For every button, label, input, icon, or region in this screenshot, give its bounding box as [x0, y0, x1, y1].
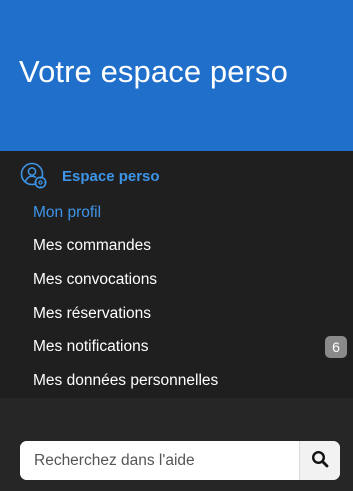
account-menu-panel: Espace perso Mon profil Mes commandes Me… [0, 151, 353, 398]
menu-item-label: Mes notifications [33, 338, 149, 356]
menu-item-label: Mes convocations [33, 270, 158, 288]
help-search-form [20, 441, 340, 480]
search-icon [311, 450, 329, 471]
page-title: Votre espace perso [19, 54, 288, 89]
notification-count-badge: 6 [325, 336, 347, 359]
menu-item-mes-donnees-personnelles[interactable]: Mes données personnelles [0, 364, 353, 398]
search-input[interactable] [20, 441, 299, 480]
section-header: Espace perso [20, 161, 160, 191]
menu-item-label: Mon profil [33, 203, 102, 221]
menu-item-mes-notifications[interactable]: Mes notifications 6 [0, 330, 353, 364]
menu-item-mes-commandes[interactable]: Mes commandes [0, 230, 353, 264]
menu-item-mes-reservations[interactable]: Mes réservations [0, 297, 353, 331]
search-button[interactable] [299, 441, 340, 480]
menu-item-label: Mes données personnelles [33, 371, 219, 389]
user-settings-icon [20, 162, 48, 190]
page-header: Votre espace perso [0, 0, 353, 151]
account-menu: Mon profil Mes commandes Mes convocation… [0, 196, 353, 398]
menu-item-mes-convocations[interactable]: Mes convocations [0, 263, 353, 297]
menu-item-mon-profil[interactable]: Mon profil [0, 196, 353, 230]
menu-item-label: Mes réservations [33, 304, 152, 322]
menu-item-label: Mes commandes [33, 237, 152, 255]
section-title: Espace perso [62, 167, 160, 185]
help-search-area [0, 398, 353, 491]
